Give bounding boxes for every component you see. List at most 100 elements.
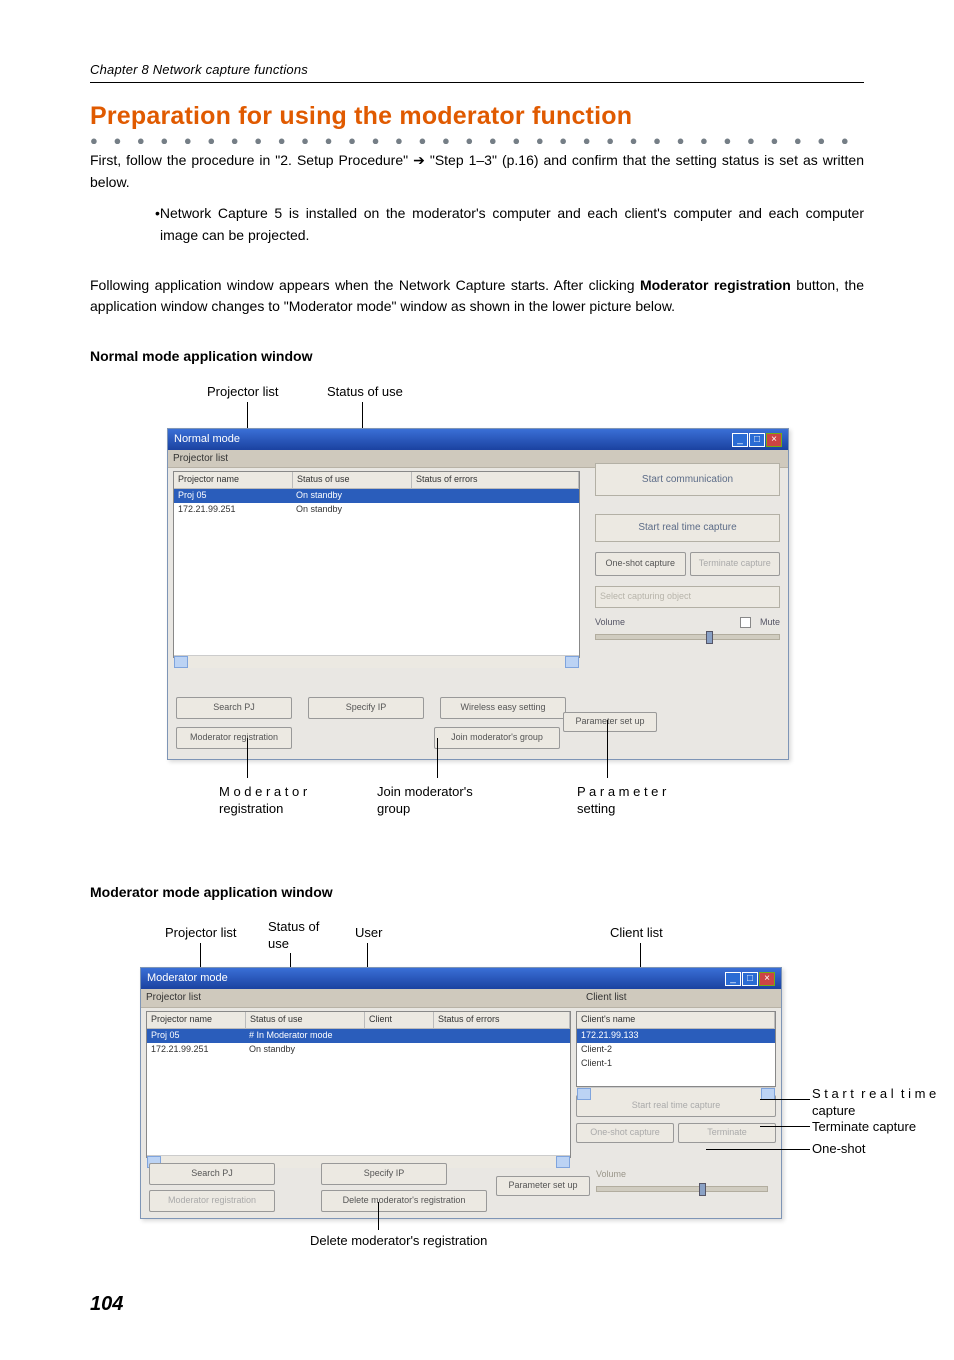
callout-delete-registration: Delete moderator's registration	[310, 1233, 487, 1250]
cell: Proj 05	[174, 489, 292, 503]
horizontal-scrollbar[interactable]	[174, 655, 579, 668]
normal-mode-window: Normal mode _□× Projector list Projector…	[167, 428, 789, 760]
right-panel: Start communication Start real time capt…	[595, 463, 780, 640]
parameter-setup-button[interactable]: Parameter set up	[496, 1176, 590, 1196]
col-status-of-use[interactable]: Status of use	[246, 1012, 365, 1028]
callout-user: User	[355, 925, 382, 942]
window-buttons[interactable]: _□×	[724, 970, 775, 987]
col-status-of-use[interactable]: Status of use	[293, 472, 412, 488]
cell: # In Moderator mode	[245, 1029, 363, 1043]
leader-line	[760, 1099, 810, 1100]
table-row[interactable]: Proj 05 # In Moderator mode	[147, 1029, 570, 1043]
mute-checkbox[interactable]	[740, 617, 751, 628]
volume-slider[interactable]	[596, 1186, 768, 1192]
page-heading: Preparation for using the moderator func…	[90, 97, 864, 136]
col-status-of-errors[interactable]: Status of errors	[434, 1012, 570, 1028]
specify-ip-button[interactable]: Specify IP	[321, 1163, 447, 1185]
callout-status-of-use: Status of use	[268, 919, 319, 953]
one-shot-button[interactable]: One-shot capture	[576, 1123, 674, 1143]
cell	[363, 1029, 431, 1043]
cell	[363, 1043, 431, 1057]
minimize-icon[interactable]: _	[732, 433, 748, 447]
close-icon[interactable]: ×	[759, 972, 775, 986]
col-status-of-errors[interactable]: Status of errors	[412, 472, 579, 488]
callout-parameter-setting: P a r a m e t e r setting	[577, 784, 666, 818]
callout-projector-list: Projector list	[207, 384, 279, 401]
start-realtime-button[interactable]: Start real time capture	[595, 514, 780, 542]
mute-label: Mute	[760, 616, 780, 630]
figure-moderator-mode: Projector list Status of use User Client…	[120, 919, 930, 1259]
cell: 172.21.99.133	[577, 1029, 643, 1043]
para1-a: First, follow the procedure in "2. Setup…	[90, 152, 413, 168]
figure-normal-mode: Projector list Status of use Normal mode…	[147, 384, 807, 854]
join-moderator-group-button[interactable]: Join moderator's group	[434, 727, 560, 749]
delete-moderator-registration-button[interactable]: Delete moderator's registration	[321, 1190, 487, 1212]
leader-line	[378, 1202, 379, 1230]
leader-line	[437, 738, 438, 778]
col-projector-name[interactable]: Projector name	[174, 472, 293, 488]
list-item[interactable]: Client-1	[577, 1057, 775, 1071]
moderator-registration-button[interactable]: Moderator registration	[176, 727, 292, 749]
callout-start-realtime: S t a r t r e a l t i m e capture	[812, 1086, 936, 1120]
cell: 172.21.99.251	[174, 503, 292, 517]
list-item[interactable]: 172.21.99.133	[577, 1029, 775, 1043]
moderator-mode-window: Moderator mode _□× Projector list Client…	[140, 967, 782, 1219]
window-buttons[interactable]: _□×	[731, 431, 782, 448]
maximize-icon[interactable]: □	[742, 972, 758, 986]
window-title: Normal mode	[174, 431, 240, 448]
select-capturing-object[interactable]: Select capturing object	[595, 586, 780, 608]
cell: Client-1	[577, 1057, 616, 1071]
callout-projector-list: Projector list	[165, 925, 237, 942]
client-list-area: Client's name 172.21.99.133 Client-2 Cli…	[576, 1011, 776, 1087]
table-row[interactable]: 172.21.99.251 On standby	[174, 503, 579, 517]
cell	[410, 503, 418, 517]
list-item[interactable]: Client-2	[577, 1043, 775, 1057]
para2-prefix: Following application window appears whe…	[90, 277, 640, 293]
chapter-label: Chapter 8 Network capture functions	[90, 60, 864, 80]
cell: Proj 05	[147, 1029, 245, 1043]
specify-ip-button[interactable]: Specify IP	[308, 697, 424, 719]
one-shot-button[interactable]: One-shot capture	[595, 552, 686, 576]
col-projector-name[interactable]: Projector name	[147, 1012, 246, 1028]
terminate-button[interactable]: Terminate capture	[690, 552, 781, 576]
wireless-easy-button[interactable]: Wireless easy setting	[440, 697, 566, 719]
table-row[interactable]: 172.21.99.251 On standby	[147, 1043, 570, 1057]
page-number: 104	[90, 1289, 864, 1320]
volume-slider[interactable]	[595, 634, 780, 640]
callout-client-list: Client list	[610, 925, 663, 942]
callout-join-group: Join moderator's group	[377, 784, 473, 818]
minimize-icon[interactable]: _	[725, 972, 741, 986]
search-pj-button[interactable]: Search PJ	[176, 697, 292, 719]
callout-one-shot: One-shot	[812, 1141, 865, 1158]
leader-line	[706, 1149, 810, 1150]
paragraph-bullet: •Network Capture 5 is installed on the m…	[90, 203, 864, 246]
table-row[interactable]: Proj 05 On standby	[174, 489, 579, 503]
volume-row: Volume Mute	[595, 616, 780, 630]
search-pj-button[interactable]: Search PJ	[149, 1163, 275, 1185]
col-client[interactable]: Client	[365, 1012, 434, 1028]
paragraph-1: First, follow the procedure in "2. Setup…	[90, 150, 864, 193]
dotted-rule: ● ● ● ● ● ● ● ● ● ● ● ● ● ● ● ● ● ● ● ● …	[90, 138, 864, 144]
close-icon[interactable]: ×	[766, 433, 782, 447]
horizontal-scrollbar[interactable]	[577, 1087, 775, 1100]
maximize-icon[interactable]: □	[749, 433, 765, 447]
list-columns: Projector name Status of use Status of e…	[174, 472, 579, 489]
projector-list-area: Projector name Status of use Status of e…	[173, 471, 580, 658]
projector-list-area: Projector name Status of use Client Stat…	[146, 1011, 571, 1158]
projector-list-header: Projector list	[141, 989, 581, 1008]
cell: On standby	[245, 1043, 363, 1057]
subhead-normal: Normal mode application window	[90, 346, 864, 368]
titlebar: Moderator mode _□×	[141, 968, 781, 989]
volume-label: Volume	[596, 1168, 626, 1182]
top-rule	[90, 82, 864, 83]
para2-bold: Moderator registration	[640, 277, 791, 293]
leader-line	[760, 1126, 810, 1127]
cell: Client-2	[577, 1043, 616, 1057]
callout-terminate: Terminate capture	[812, 1119, 916, 1136]
cell	[410, 489, 418, 503]
leader-line	[247, 738, 248, 778]
col-client-name[interactable]: Client's name	[577, 1012, 775, 1028]
cell	[431, 1043, 439, 1057]
parameter-setup-button[interactable]: Parameter set up	[563, 712, 657, 732]
start-communication-button[interactable]: Start communication	[595, 463, 780, 497]
